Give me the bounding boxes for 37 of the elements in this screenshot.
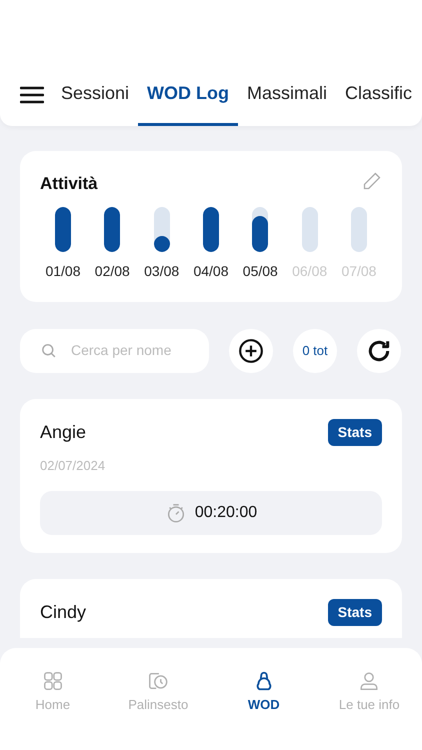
card-title: Attività: [40, 173, 98, 195]
workout-card[interactable]: Angie Stats 02/07/2024 00:20:00: [20, 398, 402, 553]
search-icon: [40, 342, 57, 359]
stats-button[interactable]: Stats: [328, 599, 382, 626]
total-count[interactable]: 0 tot: [293, 328, 337, 372]
day-label: 04/08: [193, 262, 228, 280]
tab[interactable]: Sessioni: [52, 76, 138, 126]
grid-icon: [42, 670, 64, 692]
workout-date: 02/07/2024: [40, 456, 106, 474]
add-button[interactable]: [229, 328, 273, 372]
day-label: 03/08: [144, 262, 180, 280]
stats-button[interactable]: Stats: [328, 418, 382, 446]
calendar-clock-icon: [147, 670, 170, 692]
refresh-button[interactable]: [357, 328, 401, 372]
day-label: 05/08: [242, 262, 278, 280]
menu-icon[interactable]: [20, 86, 44, 104]
duration: 00:20:00: [194, 503, 258, 523]
tab[interactable]: WOD Log: [138, 76, 238, 126]
plus-icon: [238, 338, 264, 364]
activity-bar: [104, 206, 120, 252]
day-label: 02/08: [94, 262, 130, 280]
activity-bar: [202, 206, 219, 252]
activity-bar: [350, 206, 367, 252]
tab[interactable]: Classific: [336, 76, 422, 126]
activity-bar: [252, 206, 268, 252]
nav-item[interactable]: WOD: [211, 670, 316, 714]
search-field[interactable]: Cerca per nome: [20, 328, 209, 372]
day-label: 01/08: [45, 262, 81, 280]
activity-bar: [154, 206, 170, 252]
activity-bar: [55, 206, 71, 252]
tab[interactable]: Massimali: [238, 76, 336, 126]
workout-name: Cindy: [40, 601, 86, 624]
workout-name: Angie: [40, 420, 86, 444]
user-icon: [358, 670, 380, 692]
activity-bar: [302, 206, 318, 252]
search-input[interactable]: Cerca per nome: [71, 340, 201, 361]
workout-card[interactable]: Cindy Stats: [20, 579, 402, 638]
